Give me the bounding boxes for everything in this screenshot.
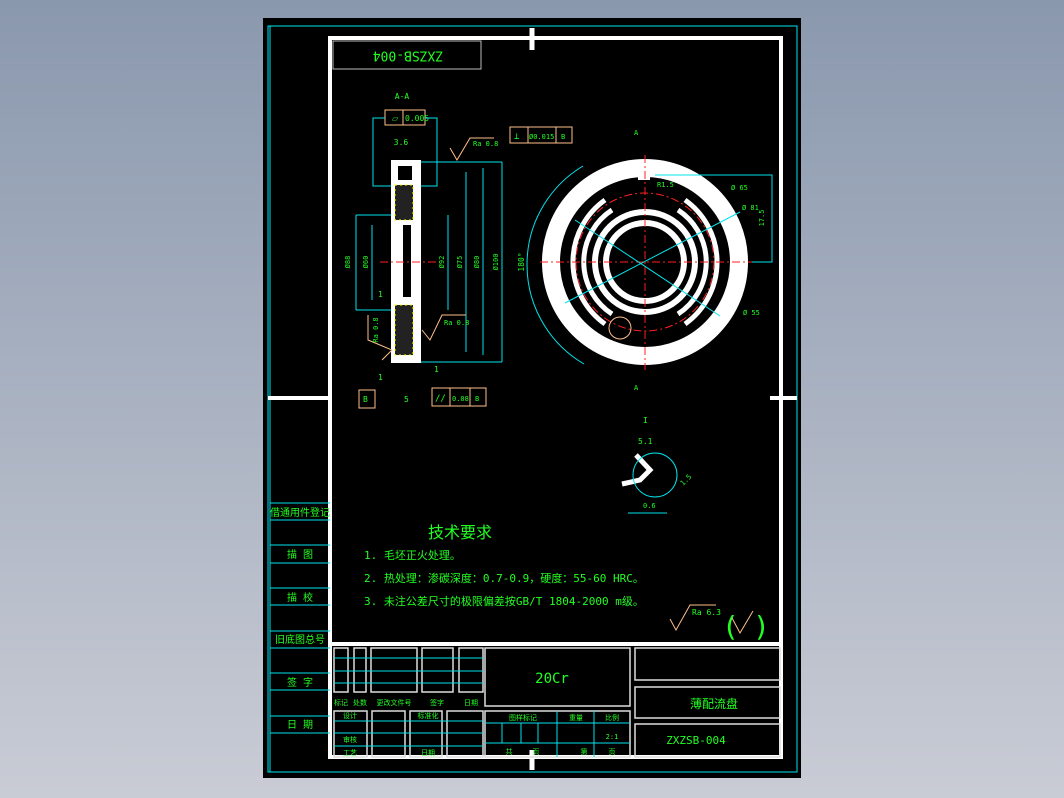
svg-text:180°: 180° xyxy=(517,252,526,271)
svg-text:Ø100: Ø100 xyxy=(492,254,500,271)
tech-item: 3. 未注公差尺寸的极限偏差按GB/T 1804-2000 m级。 xyxy=(364,594,644,608)
svg-text:Ra 0.8: Ra 0.8 xyxy=(372,317,380,342)
svg-text:日期: 日期 xyxy=(464,699,478,707)
svg-text:第: 第 xyxy=(581,747,588,756)
svg-text:审核: 审核 xyxy=(343,735,357,744)
material: 20Cr xyxy=(535,671,569,687)
svg-text:B: B xyxy=(475,395,479,403)
side-label: 借通用件登记 xyxy=(270,506,330,519)
side-label: 旧底图总号 xyxy=(275,633,325,646)
svg-text:标记: 标记 xyxy=(334,698,348,707)
svg-text:处数: 处数 xyxy=(353,698,367,707)
svg-text:Ø0.015: Ø0.015 xyxy=(529,133,554,141)
svg-text:0.08: 0.08 xyxy=(452,395,469,403)
svg-text:Ø 55: Ø 55 xyxy=(743,309,760,317)
svg-text:设计: 设计 xyxy=(343,711,357,720)
side-label: 日 期 xyxy=(287,719,313,731)
perpendicularity-icon: ⊥ xyxy=(514,132,520,142)
datum-b: B xyxy=(363,395,368,404)
scale-value: 2:1 xyxy=(606,733,619,741)
svg-text:Ø 81: Ø 81 xyxy=(742,204,759,212)
dim-3-6: 3.6 xyxy=(394,138,409,147)
svg-text:页: 页 xyxy=(533,748,540,756)
svg-text:共: 共 xyxy=(506,747,513,756)
svg-text:1: 1 xyxy=(434,365,439,374)
part-name: 薄配流盘 xyxy=(690,696,738,711)
drawing-sheet xyxy=(263,18,801,778)
svg-text:0.6: 0.6 xyxy=(643,502,656,510)
svg-text:Ø92: Ø92 xyxy=(438,256,446,269)
svg-text:Ø75: Ø75 xyxy=(456,256,464,269)
side-label: 描 校 xyxy=(287,591,313,604)
svg-text:Ra 6.3: Ra 6.3 xyxy=(692,608,721,617)
tech-item: 1. 毛坯正火处理。 xyxy=(364,549,461,562)
svg-text:1: 1 xyxy=(378,290,383,299)
svg-text:1: 1 xyxy=(378,373,383,382)
side-label: 签 字 xyxy=(287,676,313,689)
svg-text:标准化: 标准化 xyxy=(418,711,439,720)
svg-text:5.1: 5.1 xyxy=(638,437,653,446)
parallelism-icon: // xyxy=(435,394,446,404)
cad-drawing: 借通用件登记 描 图 描 校 旧底图总号 签 字 日 期 ZXZSB-004 A… xyxy=(263,18,801,778)
svg-text:I: I xyxy=(643,416,648,425)
svg-text:Ø60: Ø60 xyxy=(362,256,370,269)
svg-text:工艺: 工艺 xyxy=(343,749,357,757)
tech-item: 2. 热处理：渗碳深度：0.7-0.9，硬度：55-60 HRC。 xyxy=(364,571,644,585)
bracket-right: ) xyxy=(753,610,770,643)
rotated-drawing-code: ZXZSB-004 xyxy=(373,48,444,63)
svg-text:图样标记: 图样标记 xyxy=(509,713,537,722)
svg-text:Ø 65: Ø 65 xyxy=(731,184,748,192)
tech-title: 技术要求 xyxy=(428,523,492,542)
roughness-mid: Ra 0.8 xyxy=(444,319,469,327)
svg-text:R1.5: R1.5 xyxy=(657,181,674,189)
section-label: A-A xyxy=(395,92,410,101)
svg-text:重量: 重量 xyxy=(569,714,583,722)
svg-text:页: 页 xyxy=(609,748,616,756)
svg-text:签字: 签字 xyxy=(430,698,444,707)
flatness-symbol-icon: ⏥ xyxy=(392,114,399,123)
svg-text:日期: 日期 xyxy=(421,749,435,757)
svg-text:5: 5 xyxy=(404,395,409,404)
svg-text:Ø80: Ø80 xyxy=(473,256,481,269)
svg-text:Ø88: Ø88 xyxy=(344,256,352,269)
roughness-top: Ra 0.8 xyxy=(473,140,498,148)
side-label: 描 图 xyxy=(287,548,313,561)
drawing-number: ZXZSB-004 xyxy=(666,734,726,747)
svg-text:比例: 比例 xyxy=(605,713,619,722)
svg-text:更改文件号: 更改文件号 xyxy=(377,698,412,707)
svg-text:B: B xyxy=(561,133,565,141)
svg-text:17.5: 17.5 xyxy=(758,210,766,227)
